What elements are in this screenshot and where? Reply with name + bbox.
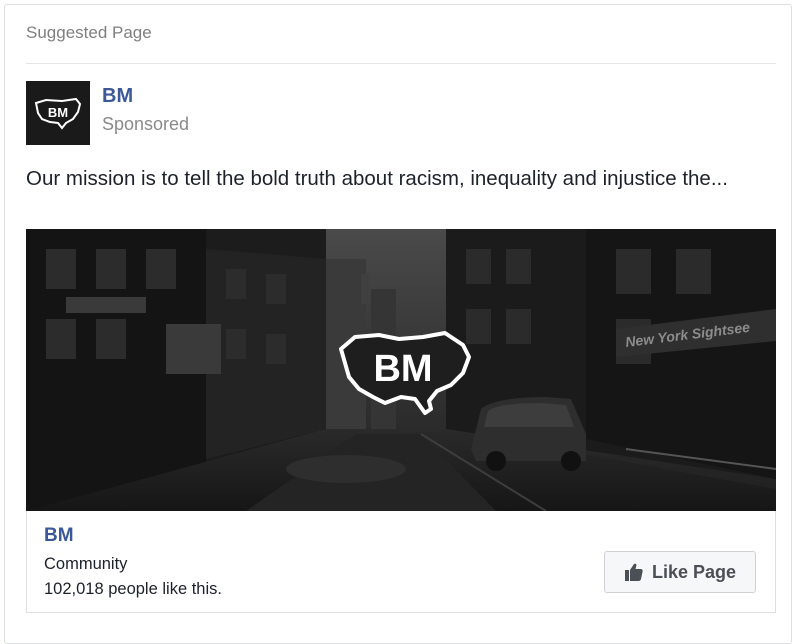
header-divider [26,63,776,64]
page-category: Community [44,555,128,573]
hero-logo-text: BM [373,348,432,390]
page-name-link[interactable]: BM [102,85,133,108]
footer-page-name-link[interactable]: BM [44,525,74,547]
avatar-logo-text: BM [48,105,68,120]
bm-logo-icon: BM [34,97,82,130]
sponsored-label[interactable]: Sponsored [102,114,189,135]
hero-image[interactable]: New York Sightsee BM [26,229,776,511]
post-text: Our mission is to tell the bold truth ab… [26,167,728,190]
thumbs-up-icon [624,563,643,581]
suggested-page-card: Suggested Page BM BM Sponsored Our missi… [4,4,792,644]
like-page-label: Like Page [651,561,737,582]
page-avatar[interactable]: BM [26,81,90,145]
suggested-page-label: Suggested Page [26,23,152,42]
page-preview-footer: BM Community 102,018 people like this. L… [26,511,776,613]
page-like-count: 102,018 people like this. [44,580,222,598]
street-scene-image: New York Sightsee BM [26,229,776,511]
like-page-button[interactable]: Like Page [604,551,756,593]
